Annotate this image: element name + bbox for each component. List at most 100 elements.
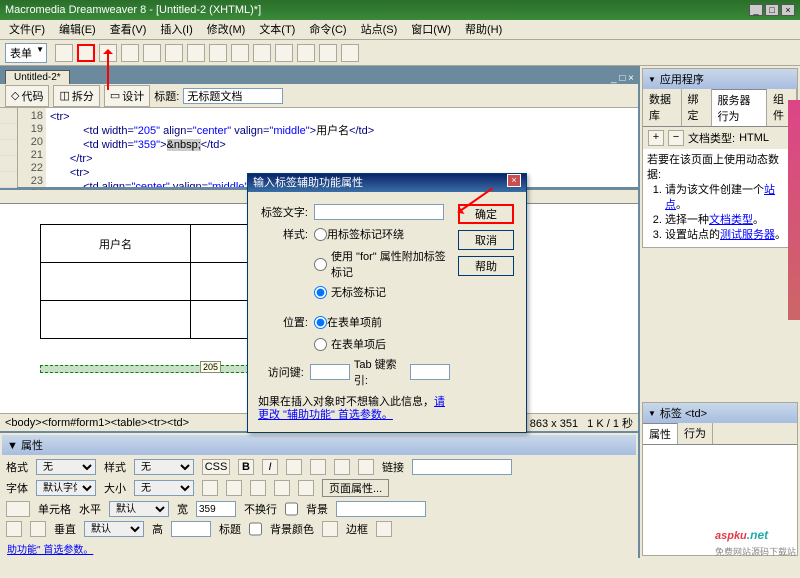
label-text-input[interactable] [314,204,444,220]
accessibility-hint-link[interactable]: 助功能" 首选参数。 [2,541,636,556]
list-menu-icon[interactable] [209,44,227,62]
horiz-select[interactable]: 默认 [109,501,169,517]
style-wrap-text: 用标签标记环绕 [327,226,404,242]
outdent-icon[interactable] [274,480,290,496]
table-cell[interactable] [41,263,191,301]
testserver-link[interactable]: 测试服务器 [720,229,775,241]
pos-before-radio[interactable] [314,316,327,329]
tab-attributes[interactable]: 属性 [643,423,678,444]
image-field-icon[interactable] [253,44,271,62]
size-select[interactable]: 无 [134,480,194,496]
view-split-button[interactable]: ◫拆分 [53,85,99,107]
nowrap-checkbox[interactable] [285,501,298,517]
cell-username-label[interactable]: 用户名 [41,225,191,263]
font-select[interactable]: 默认字体 [36,480,96,496]
tab-bindings[interactable]: 绑定 [682,89,712,126]
table-cell[interactable] [41,301,191,339]
bold-icon[interactable]: B [238,459,254,475]
view-design-button[interactable]: ▭设计 [104,85,150,107]
merge-cells-icon[interactable] [6,521,22,537]
tab-server-behaviors[interactable]: 服务器行为 [712,89,768,126]
help-button[interactable]: 帮助 [458,256,514,276]
css-button[interactable]: CSS [202,459,230,475]
border-swatch[interactable] [376,521,392,537]
form-icon[interactable] [55,44,73,62]
doctype-link[interactable]: 文档类型 [709,214,753,226]
fieldset-icon[interactable] [341,44,359,62]
menu-text[interactable]: 文本(T) [255,20,299,39]
tab-behaviors[interactable]: 行为 [678,423,713,444]
header-label: 标题 [219,521,241,537]
insert-category-dropdown[interactable]: 表单 [5,43,47,63]
link-input[interactable] [412,459,512,475]
width-input[interactable] [196,501,236,517]
menu-site[interactable]: 站点(S) [357,20,402,39]
jump-menu-icon[interactable] [231,44,249,62]
tabindex-input[interactable] [410,364,450,380]
indent-icon[interactable] [298,480,314,496]
tag-panel-header[interactable]: 标签 <td> [643,403,797,423]
maximize-icon[interactable]: □ [765,4,779,16]
plus-icon[interactable]: + [648,130,664,146]
ok-button[interactable]: 确定 [458,204,514,224]
app-title: Macromedia Dreamweaver 8 - [Untitled-2 (… [5,0,261,20]
split-cell-icon[interactable] [30,521,46,537]
radio-group-icon[interactable] [187,44,205,62]
menu-help[interactable]: 帮助(H) [461,20,506,39]
application-panel-header[interactable]: 应用程序 [643,69,797,89]
italic-icon[interactable]: I [262,459,278,475]
list-ul-icon[interactable] [226,480,242,496]
file-field-icon[interactable] [275,44,293,62]
list-ol-icon[interactable] [250,480,266,496]
page-weight: 1 K / 1 秒 [587,418,633,430]
cell-label: 单元格 [38,501,71,517]
border-label: 边框 [346,521,368,537]
hidden-field-icon[interactable] [99,44,117,62]
align-left-icon[interactable] [286,459,302,475]
menu-file[interactable]: 文件(F) [5,20,49,39]
textarea-icon[interactable] [121,44,139,62]
close-icon[interactable]: × [781,4,795,16]
window-size[interactable]: 863 x 351 [530,418,578,430]
text-color-icon[interactable] [202,480,218,496]
align-right-icon[interactable] [334,459,350,475]
tab-untitled2[interactable]: Untitled-2* [5,70,70,84]
minus-icon[interactable]: − [668,130,684,146]
properties-header[interactable]: ▼ 属性 [2,435,636,455]
cancel-button[interactable]: 取消 [458,230,514,250]
align-center-icon[interactable] [310,459,326,475]
label-icon[interactable] [319,44,337,62]
pos-after-radio[interactable] [314,338,327,351]
radio-icon[interactable] [165,44,183,62]
page-properties-button[interactable]: 页面属性... [322,479,389,497]
menu-window[interactable]: 窗口(W) [407,20,455,39]
view-code-button[interactable]: ◇代码 [5,85,49,107]
style-wrap-radio[interactable] [314,228,327,241]
height-input[interactable] [171,521,211,537]
bgcolor-swatch[interactable] [322,521,338,537]
minimize-icon[interactable]: _ [749,4,763,16]
header-checkbox[interactable] [249,521,262,537]
menu-view[interactable]: 查看(V) [106,20,151,39]
vert-select[interactable]: 默认 [84,521,144,537]
align-justify-icon[interactable] [358,459,374,475]
doc-window-buttons[interactable]: _ □ × [607,73,638,84]
label-text-label: 标签文字: [258,204,308,220]
style-none-radio[interactable] [314,286,327,299]
style-select[interactable]: 无 [134,459,194,475]
checkbox-icon[interactable] [143,44,161,62]
style-for-radio[interactable] [314,258,327,271]
menu-commands[interactable]: 命令(C) [305,20,350,39]
format-select[interactable]: 无 [36,459,96,475]
accesskey-input[interactable] [310,364,350,380]
tab-database[interactable]: 数据库 [643,89,682,126]
button-icon[interactable] [297,44,315,62]
bg-input[interactable] [336,501,426,517]
dialog-close-icon[interactable]: × [507,174,521,187]
link-label: 链接 [382,459,404,475]
menu-modify[interactable]: 修改(M) [203,20,250,39]
text-field-icon[interactable] [77,44,95,62]
menu-insert[interactable]: 插入(I) [156,20,196,39]
menu-edit[interactable]: 编辑(E) [55,20,100,39]
page-title-input[interactable] [183,88,283,104]
